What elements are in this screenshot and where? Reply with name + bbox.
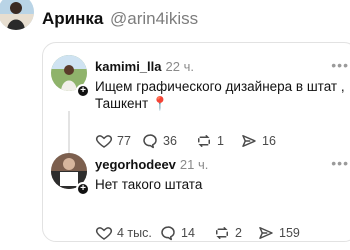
share-count: 159 [279,226,300,240]
send-icon [242,135,256,147]
post-text: Ищем графического дизайнера в штат , Таш… [95,79,345,111]
heart-icon [95,135,113,148]
thread-connector-line [68,111,70,153]
post-text: Нет такого штата [95,177,203,192]
like-button[interactable]: 77 [95,131,131,151]
author-avatar[interactable] [0,0,34,30]
post-username-text[interactable]: yegorhodeev [95,157,176,172]
post-username[interactable]: yegorhodeev 21 ч. [95,157,208,172]
send-icon [259,227,273,239]
thread-post: + yegorhodeev 21 ч. ••• Нет такого штата … [43,149,350,241]
like-button[interactable]: 4 тыс. [95,223,152,243]
like-count: 77 [117,134,131,148]
more-dots-icon[interactable]: ••• [331,155,349,171]
post-time: 21 ч. [179,157,209,172]
post-time: 22 ч. [165,59,194,74]
like-count: 4 тыс. [117,226,152,240]
author-name[interactable]: Аринка [42,9,103,29]
post-actions: 77 36 1 16 [95,131,345,151]
reply-button[interactable]: 14 [159,223,195,243]
share-count: 16 [262,134,276,148]
header: Аринка @arin4ikiss [0,0,350,40]
repost-button[interactable]: 1 [195,131,224,151]
follow-plus-icon[interactable]: + [76,84,90,98]
post-username[interactable]: kamimi_lla 22 ч. [95,59,194,74]
repost-icon [198,135,210,147]
post-avatar-wrap[interactable]: + [51,153,90,197]
post-actions: 4 тыс. 14 2 159 [95,223,345,243]
comment-icon [143,134,157,149]
reply-button[interactable]: 36 [141,131,177,151]
repost-count: 1 [217,134,224,148]
comment-icon [161,226,175,241]
more-dots-icon[interactable]: ••• [331,57,349,73]
share-button[interactable]: 159 [257,223,300,243]
screenshot-root: Аринка @arin4ikiss + kamimi_lla 22 ч. ••… [0,0,350,250]
reply-count: 36 [163,134,177,148]
share-button[interactable]: 16 [240,131,276,151]
heart-icon [95,227,113,240]
thread-post: + kamimi_lla 22 ч. ••• Ищем графического … [43,51,350,153]
author-handle[interactable]: @arin4ikiss [110,9,198,29]
post-avatar-wrap[interactable]: + [51,55,90,99]
repost-count: 2 [235,226,242,240]
repost-button[interactable]: 2 [213,223,242,243]
reply-count: 14 [181,226,195,240]
repost-icon [216,227,228,239]
follow-plus-icon[interactable]: + [76,182,90,196]
post-username-text[interactable]: kamimi_lla [95,59,162,74]
quoted-thread-card[interactable]: + kamimi_lla 22 ч. ••• Ищем графического … [42,42,350,242]
